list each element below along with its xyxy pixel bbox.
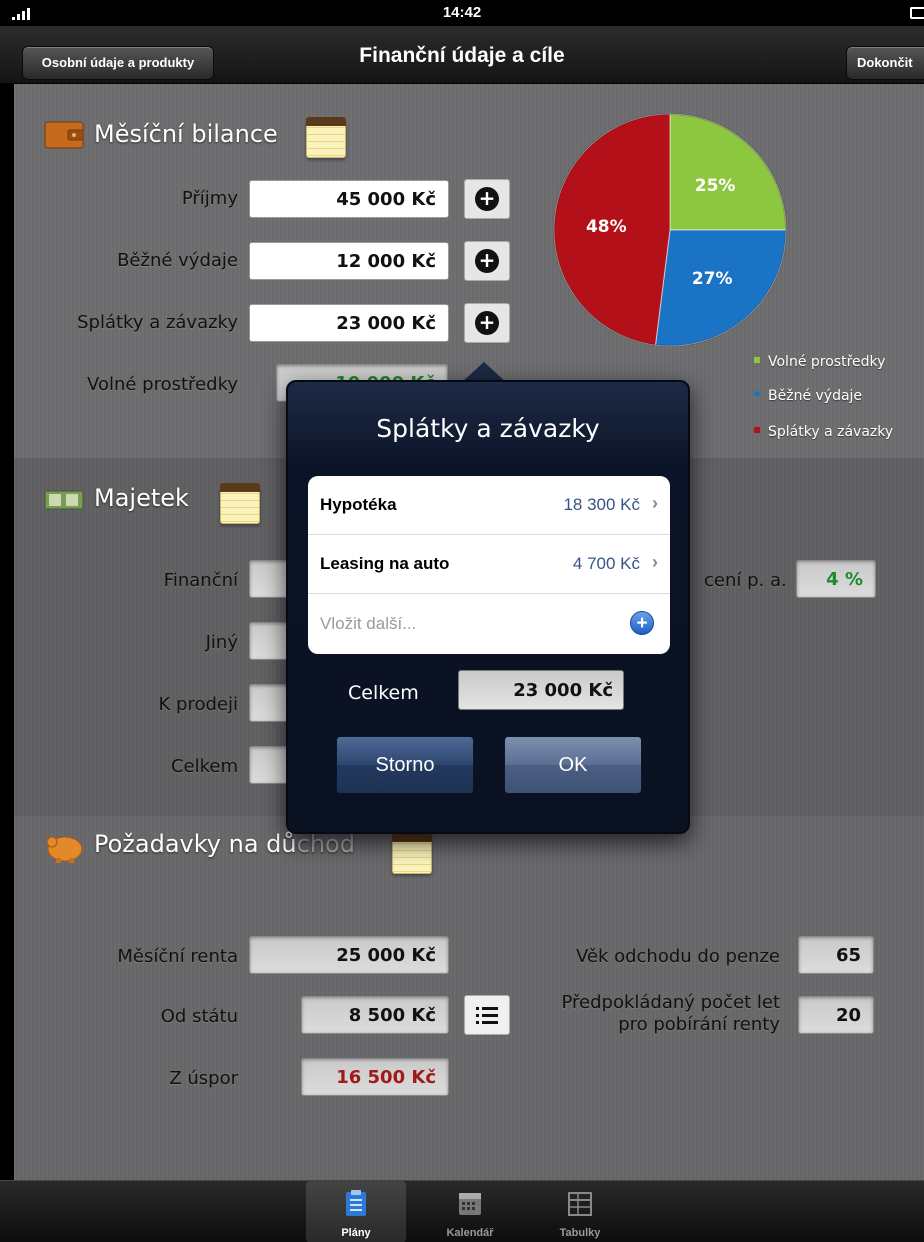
pie-slice-free-funds — [669, 113, 787, 231]
tab-label: Kalendář — [446, 1227, 494, 1239]
pension-years-label: Předpokládaný počet let pro pobírání rent… — [561, 992, 781, 1035]
calendar-icon — [459, 1193, 481, 1215]
pie-chart: 25% 27% 48% — [553, 113, 787, 347]
add-item-placeholder: Vložit další... — [320, 614, 417, 633]
done-button[interactable]: Dokončit — [846, 46, 924, 80]
list-icon[interactable] — [464, 995, 510, 1035]
total-field: 23 000 Kč — [458, 670, 624, 710]
free-funds-label: Volné prostředky — [87, 374, 238, 395]
chevron-right-icon: › — [652, 552, 658, 572]
expenses-field[interactable]: 12 000 Kč — [249, 242, 449, 280]
ok-button[interactable]: OK — [504, 736, 642, 794]
legend-swatch — [754, 427, 760, 433]
tab-label: Plány — [341, 1227, 371, 1239]
add-item-row[interactable]: Vložit další... + — [308, 594, 670, 653]
plus-icon: + — [475, 187, 499, 211]
savings-label: Z úspor — [169, 1068, 238, 1089]
pension-years-field[interactable]: 20 — [798, 996, 874, 1034]
item-value: 18 300 Kč — [563, 495, 640, 514]
clipboard-icon — [346, 1190, 366, 1216]
item-value: 4 700 Kč — [572, 554, 640, 573]
notes-icon[interactable] — [392, 833, 432, 874]
total-label: Celkem — [348, 682, 419, 704]
add-liabilities-button[interactable]: + — [464, 303, 510, 343]
state-pension-label: Od státu — [160, 1006, 238, 1027]
income-label: Příjmy — [181, 188, 238, 209]
status-bar: 14:42 — [0, 0, 924, 26]
pie-data-label: 48% — [586, 217, 627, 237]
chevron-right-icon: › — [652, 493, 658, 513]
state-pension-field: 8 500 Kč — [301, 996, 449, 1034]
tab-label: Tabulky — [559, 1227, 601, 1239]
table-icon — [568, 1192, 592, 1216]
list-item-car-leasing[interactable]: Leasing na auto 4 700 Kč › — [308, 535, 670, 594]
monthly-pension-label: Měsíční renta — [117, 946, 238, 967]
section-title-retirement: Požadavky na důchod — [94, 830, 355, 858]
legend-item-liabilities: Splátky a závazky — [754, 424, 893, 440]
appreciation-label: cení p. a. — [704, 570, 787, 591]
liabilities-popover: Splátky a závazky Hypotéka 18 300 Kč › L… — [286, 380, 690, 834]
liabilities-field[interactable]: 23 000 Kč — [249, 304, 449, 342]
tab-plans[interactable]: Plány — [306, 1181, 406, 1242]
savings-field: 16 500 Kč — [301, 1058, 449, 1096]
status-time: 14:42 — [442, 4, 482, 21]
appreciation-field[interactable]: 4 % — [796, 560, 876, 598]
plus-icon: + — [475, 311, 499, 335]
add-income-button[interactable]: + — [464, 179, 510, 219]
legend-swatch — [754, 357, 760, 363]
other-assets-label: Jiný — [205, 632, 238, 653]
monthly-pension-field[interactable]: 25 000 Kč — [249, 936, 449, 974]
item-name: Hypotéka — [320, 495, 397, 514]
popover-title: Splátky a závazky — [376, 414, 600, 443]
tab-calendar[interactable]: Kalendář — [420, 1181, 520, 1242]
list-item-mortgage[interactable]: Hypotéka 18 300 Kč › — [308, 476, 670, 535]
liabilities-label: Splátky a závazky — [77, 312, 238, 333]
navigation-bar: Osobní údaje a produkty Finanční údaje a… — [0, 26, 924, 84]
legend-item-expenses: Běžné výdaje — [754, 388, 862, 404]
liabilities-list: Hypotéka 18 300 Kč › Leasing na auto 4 7… — [308, 476, 670, 654]
item-name: Leasing na auto — [320, 554, 450, 573]
list-line — [476, 1013, 498, 1017]
income-field[interactable]: 45 000 Kč — [249, 180, 449, 218]
plus-icon: + — [475, 249, 499, 273]
wallet-icon — [44, 121, 84, 149]
popover-arrow — [462, 362, 506, 382]
page-title: Finanční údaje a cíle — [359, 44, 565, 67]
notes-icon[interactable] — [220, 483, 260, 524]
notes-icon[interactable] — [306, 117, 346, 158]
pie-data-label: 27% — [692, 269, 733, 289]
tab-bar: Plány Kalendář Tabulky — [0, 1180, 924, 1242]
assets-total-label: Celkem — [170, 756, 238, 777]
retirement-age-label: Věk odchodu do penze — [575, 946, 780, 967]
battery-icon — [910, 7, 924, 19]
add-circle-icon[interactable]: + — [630, 611, 654, 635]
expenses-label: Běžné výdaje — [117, 250, 238, 271]
list-line — [476, 1020, 498, 1024]
section-title-assets: Majetek — [94, 484, 189, 512]
section-title-monthly-balance: Měsíční bilance — [94, 120, 278, 148]
list-line — [476, 1006, 498, 1010]
add-expenses-button[interactable]: + — [464, 241, 510, 281]
section-retirement: Požadavky na důchod Měsíční renta 25 000… — [14, 816, 924, 1180]
for-sale-label: K prodeji — [158, 694, 238, 715]
cancel-button[interactable]: Storno — [336, 736, 474, 794]
pie-data-label: 25% — [695, 176, 736, 196]
tab-tables[interactable]: Tabulky — [530, 1181, 630, 1242]
piggy-bank-icon — [46, 836, 83, 863]
legend-swatch — [754, 391, 760, 397]
financial-assets-label: Finanční — [163, 570, 238, 591]
money-icon — [44, 490, 84, 510]
legend-item-free-funds: Volné prostředky — [754, 354, 885, 370]
retirement-age-field[interactable]: 65 — [798, 936, 874, 974]
